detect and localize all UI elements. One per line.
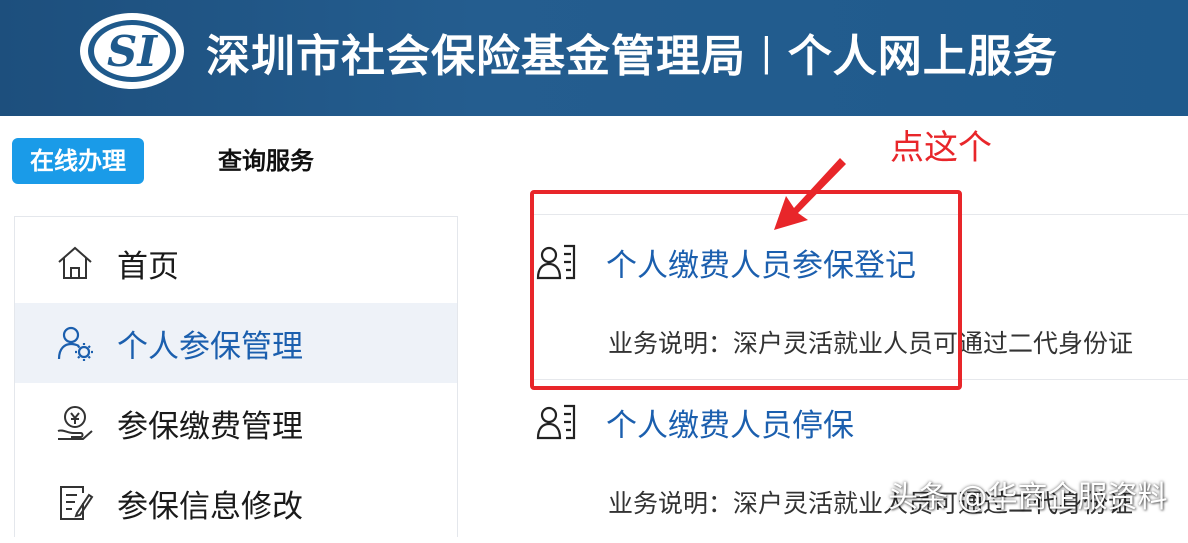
annotation-highlight-box (530, 190, 962, 390)
tab-query-service[interactable]: 查询服务 (218, 138, 314, 184)
sidebar-item-label: 参保缴费管理 (117, 408, 303, 445)
edit-document-icon (55, 483, 95, 523)
payment-hand-icon (55, 403, 95, 443)
service-item-suspension[interactable]: 个人缴费人员停保 (536, 400, 854, 444)
title-separator: | (760, 30, 774, 74)
portal-name: 个人网上服务 (787, 31, 1058, 82)
sidebar-item-label: 首页 (117, 248, 179, 285)
org-name: 深圳市社会保险基金管理局 (206, 31, 746, 82)
home-icon (55, 243, 95, 283)
person-list-icon (536, 402, 576, 442)
annotation-label: 点这个 (890, 128, 992, 168)
watermark: 头条 @华商企服资料 (888, 480, 1168, 515)
sidebar-item-personal-insurance[interactable]: 个人参保管理 (15, 303, 457, 383)
sidebar-item-payment-management[interactable]: 参保缴费管理 (15, 383, 457, 463)
sidebar-item-label: 个人参保管理 (117, 328, 303, 365)
sidebar-menu: 首页 个人参保管理 参保缴费管理 参保信息修改 (14, 216, 458, 537)
tab-online-service[interactable]: 在线办理 (12, 138, 144, 184)
sidebar-item-home[interactable]: 首页 (15, 223, 457, 303)
svg-text:SI: SI (107, 27, 158, 76)
header-title: 深圳市社会保险基金管理局 | 个人网上服务 (206, 22, 1058, 82)
service-title-link[interactable]: 个人缴费人员停保 (606, 400, 854, 445)
site-header: SI 深圳市社会保险基金管理局 | 个人网上服务 (0, 0, 1188, 116)
annotation-arrow-icon (774, 158, 846, 230)
sidebar-item-label: 参保信息修改 (117, 488, 303, 525)
sidebar-item-info-modify[interactable]: 参保信息修改 (15, 463, 457, 543)
user-gear-icon (55, 323, 95, 363)
si-logo: SI (80, 13, 184, 89)
